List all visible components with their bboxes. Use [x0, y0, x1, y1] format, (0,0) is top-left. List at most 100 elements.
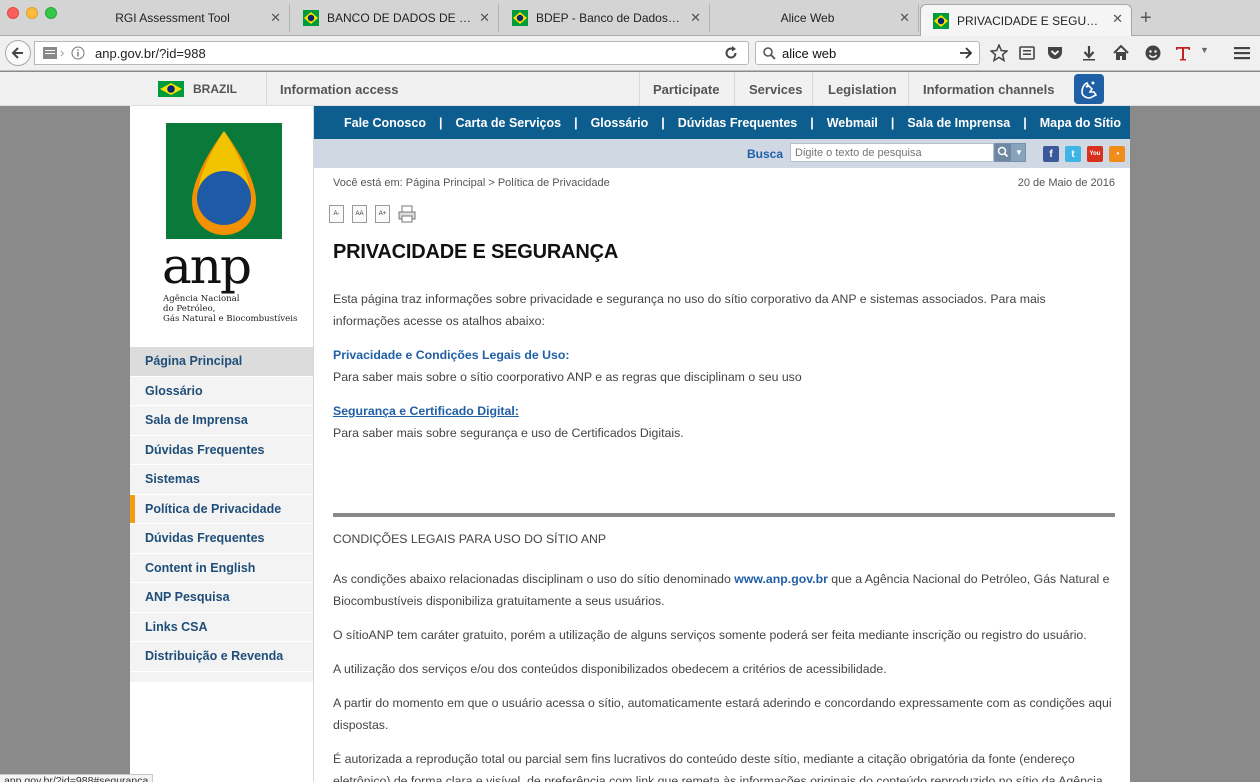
close-tab-icon[interactable]: ✕ — [479, 11, 490, 25]
back-button[interactable] — [5, 40, 31, 66]
logo-subtitle-line: Gás Natural e Biocombustíveis — [163, 314, 298, 324]
sidebar-item-distribuicao-e-revenda[interactable]: Distribuição e Revenda — [130, 642, 313, 672]
font-increase-button[interactable]: A+ — [375, 205, 390, 223]
paragraph-text: As condições abaixo relacionadas discipl… — [333, 572, 735, 586]
close-tab-icon[interactable]: ✕ — [270, 11, 281, 25]
sidebar-item-sala-de-imprensa[interactable]: Sala de Imprensa — [130, 406, 313, 436]
paragraph-1: As condições abaixo relacionadas discipl… — [333, 568, 1115, 612]
breadcrumb-home-link[interactable]: Página Principal — [406, 177, 486, 189]
bookmark-star-icon[interactable] — [990, 44, 1008, 62]
site-search-button[interactable]: ▼ — [994, 143, 1026, 162]
sidebar-item-politica-de-privacidade[interactable]: Política de Privacidade — [130, 494, 313, 524]
youtube-icon[interactable]: You — [1087, 146, 1103, 162]
browser-toolbar: › anp.gov.br/?id=988 alice web ▼ — [0, 36, 1260, 71]
pocket-icon[interactable] — [1046, 44, 1064, 62]
tab-label: BANCO DE DADOS DE EX... — [327, 11, 472, 25]
sidebar-item-glossario[interactable]: Glossário — [130, 376, 313, 406]
dropdown-arrow-icon[interactable]: ▼ — [1200, 45, 1209, 55]
breadcrumb-current: Política de Privacidade — [497, 177, 610, 189]
close-tab-icon[interactable]: ✕ — [1112, 12, 1123, 26]
new-tab-icon[interactable]: + — [1140, 8, 1152, 28]
intro-paragraph: Esta página traz informações sobre priva… — [333, 292, 1046, 328]
accessibility-sign-language-button[interactable] — [1074, 74, 1104, 104]
page-title: PRIVACIDADE E SEGURANÇA — [333, 241, 619, 263]
privacy-link[interactable]: Privacidade e Condições Legais de Uso: — [333, 348, 569, 362]
top-navigation: Fale Conosco | Carta de Serviços | Gloss… — [314, 106, 1130, 139]
nav-link-duvidas-frequentes[interactable]: Dúvidas Frequentes — [678, 116, 797, 130]
paragraph-2: O sítioANP tem caráter gratuito, porém a… — [333, 628, 1087, 642]
nav-link-glossario[interactable]: Glossário — [591, 116, 649, 130]
close-window-button[interactable] — [7, 7, 19, 19]
nav-link-mapa-do-sitio[interactable]: Mapa do Sítio — [1040, 116, 1121, 130]
reader-view-icon[interactable] — [43, 47, 57, 59]
close-tab-icon[interactable]: ✕ — [690, 11, 701, 25]
divider — [812, 72, 813, 106]
security-description: Para saber mais sobre segurança e uso de… — [333, 426, 684, 440]
zoom-window-button[interactable] — [45, 7, 57, 19]
close-tab-icon[interactable]: ✕ — [899, 11, 910, 25]
anp-logo[interactable]: anp Agência Nacional do Petróleo, Gás Na… — [162, 123, 297, 328]
reload-icon[interactable] — [724, 46, 738, 60]
nav-link-carta-de-servicos[interactable]: Carta de Serviços — [455, 116, 561, 130]
status-bar-url: anp.gov.br/?id=988#seguranca — [0, 774, 154, 782]
page-body: anp Agência Nacional do Petróleo, Gás Na… — [130, 106, 1130, 782]
government-bar: BRAZIL Information access Participate Se… — [0, 72, 1260, 106]
font-decrease-button[interactable]: A- — [329, 205, 344, 223]
browser-tab[interactable]: RGI Assessment Tool ✕ — [70, 4, 290, 32]
sidebar-item-links-csa[interactable]: Links CSA — [130, 612, 313, 642]
home-icon[interactable] — [1112, 44, 1130, 62]
information-channels-link[interactable]: Information channels — [923, 82, 1054, 97]
anp-site-link[interactable]: www.anp.gov.br — [734, 572, 828, 586]
tab-label: Alice Web — [780, 11, 835, 25]
sidebar-item-duvidas-frequentes[interactable]: Dúvidas Frequentes — [130, 435, 313, 465]
sidebar-item-content-in-english[interactable]: Content in English — [130, 553, 313, 583]
logo-wordmark: anp — [162, 237, 252, 295]
divider — [266, 72, 267, 106]
browser-tab-active[interactable]: PRIVACIDADE E SEGURAN... ✕ — [920, 4, 1132, 36]
sidebar-footer — [130, 671, 313, 682]
tab-label: RGI Assessment Tool — [115, 11, 230, 25]
address-bar[interactable]: › anp.gov.br/?id=988 — [34, 41, 749, 65]
breadcrumb-prefix: Você está em: — [333, 177, 403, 189]
security-link[interactable]: Segurança e Certificado Digital: — [333, 404, 519, 418]
minimize-window-button[interactable] — [26, 7, 38, 19]
sidebar-item-sistemas[interactable]: Sistemas — [130, 465, 313, 495]
back-arrow-icon — [11, 47, 23, 59]
brazil-flag-favicon-icon — [303, 10, 319, 26]
smiley-icon[interactable] — [1144, 44, 1162, 62]
breadcrumb-separator: > — [488, 177, 495, 189]
services-link[interactable]: Services — [749, 82, 803, 97]
download-icon[interactable] — [1080, 44, 1098, 62]
t-extension-icon[interactable] — [1174, 44, 1192, 62]
site-search-input[interactable] — [790, 143, 994, 162]
hamburger-menu-icon[interactable] — [1233, 44, 1251, 62]
information-access-link[interactable]: Information access — [280, 82, 399, 97]
print-icon[interactable] — [398, 205, 416, 223]
sidebar-item-pagina-principal[interactable]: Página Principal — [130, 347, 313, 377]
search-bar[interactable]: alice web — [755, 41, 980, 65]
nav-separator: | — [1023, 115, 1027, 130]
brazil-flag-favicon-icon — [512, 10, 528, 26]
chevron-down-icon: ▼ — [1015, 148, 1023, 157]
sidebar-item-anp-pesquisa[interactable]: ANP Pesquisa — [130, 583, 313, 613]
info-icon[interactable] — [71, 46, 85, 60]
browser-tab[interactable]: Alice Web ✕ — [711, 4, 919, 32]
participate-link[interactable]: Participate — [653, 82, 719, 97]
browser-tab[interactable]: BANCO DE DADOS DE EX... ✕ — [291, 4, 499, 32]
twitter-icon[interactable]: t — [1065, 146, 1081, 162]
brazil-label[interactable]: BRAZIL — [193, 82, 237, 96]
sidebar-item-duvidas-frequentes-2[interactable]: Dúvidas Frequentes — [130, 524, 313, 554]
nav-link-fale-conosco[interactable]: Fale Conosco — [344, 116, 426, 130]
nav-link-sala-de-imprensa[interactable]: Sala de Imprensa — [907, 116, 1010, 130]
reading-list-icon[interactable] — [1018, 44, 1036, 62]
browser-tab[interactable]: BDEP - Banco de Dados de... ✕ — [500, 4, 710, 32]
font-reset-button[interactable]: AA — [352, 205, 367, 223]
legislation-link[interactable]: Legislation — [828, 82, 897, 97]
nav-link-webmail[interactable]: Webmail — [827, 116, 878, 130]
section-heading: CONDIÇÕES LEGAIS PARA USO DO SÍTIO ANP — [333, 532, 607, 546]
logo-subtitle-line: do Petróleo, — [163, 304, 216, 314]
go-arrow-icon[interactable] — [959, 47, 973, 59]
anp-logo-icon — [166, 123, 282, 239]
facebook-icon[interactable]: f — [1043, 146, 1059, 162]
rss-icon[interactable]: ◔ — [1109, 146, 1125, 162]
